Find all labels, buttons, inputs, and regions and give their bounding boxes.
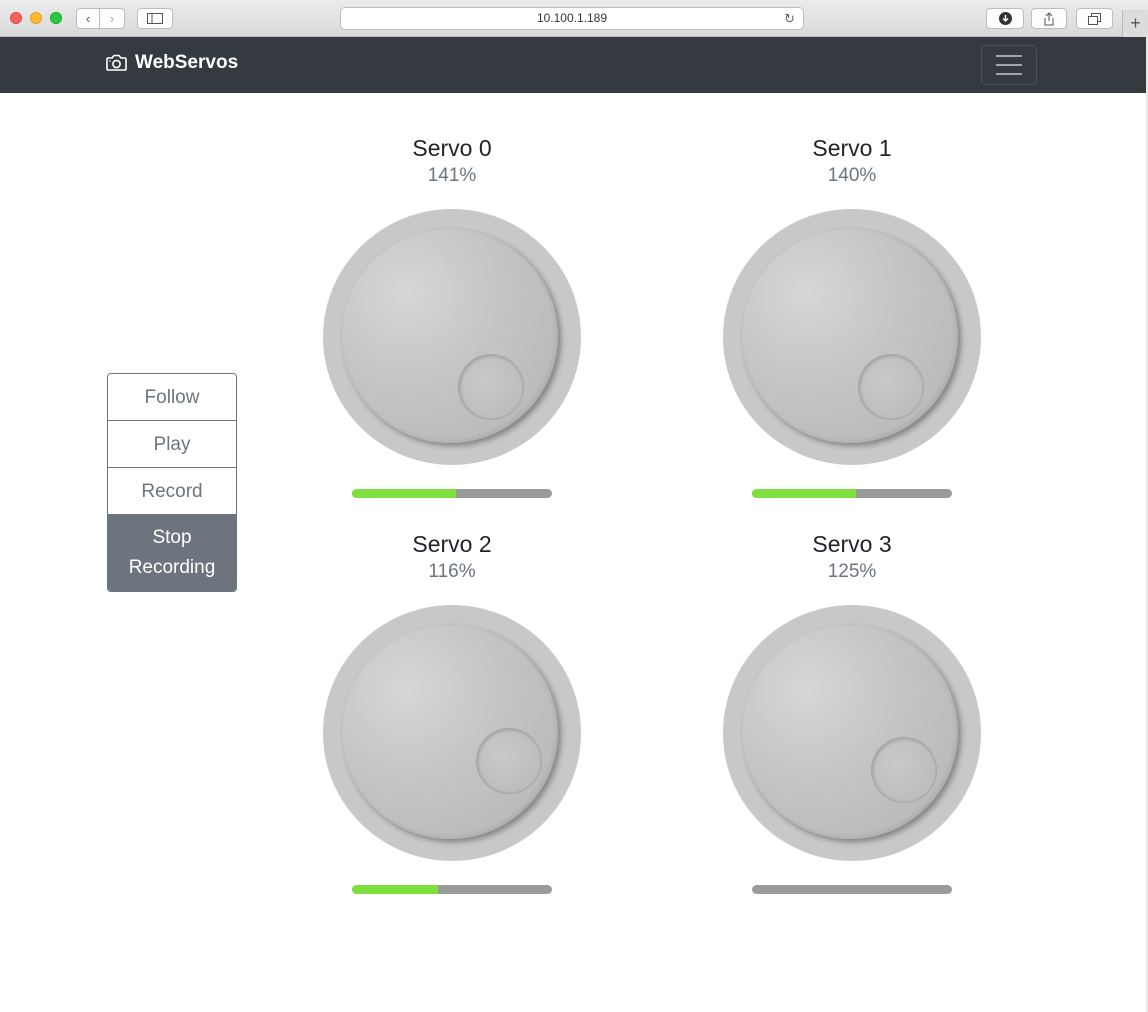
- servo-value: 125%: [827, 561, 877, 582]
- servo-card-0: Servo 0 141%: [312, 133, 592, 498]
- share-button[interactable]: [1031, 8, 1067, 29]
- hamburger-line: [996, 64, 1022, 66]
- chevron-left-icon: ‹: [85, 11, 91, 26]
- chevron-right-icon: ›: [109, 11, 115, 26]
- servo-title: Servo 3: [812, 531, 892, 557]
- hamburger-line: [996, 73, 1022, 75]
- navbar-toggler-button[interactable]: [981, 45, 1037, 85]
- plus-icon: +: [1130, 13, 1141, 33]
- knob-face: [742, 229, 958, 443]
- forward-button[interactable]: ›: [100, 8, 125, 29]
- reload-icon[interactable]: ↻: [784, 8, 795, 29]
- zoom-window-button[interactable]: [50, 12, 62, 24]
- record-button[interactable]: Record: [108, 468, 236, 515]
- tabs-icon: [1088, 12, 1101, 25]
- knob-grip[interactable]: [871, 737, 937, 803]
- sidebar-icon: [147, 13, 163, 24]
- servo-value: 141%: [427, 165, 477, 186]
- servo-value: 140%: [827, 165, 877, 186]
- play-button[interactable]: Play: [108, 421, 236, 468]
- minimize-window-button[interactable]: [30, 12, 42, 24]
- knob-face: [342, 229, 558, 443]
- tabs-overview-button[interactable]: [1076, 8, 1113, 29]
- servo-progress-bar: [752, 885, 952, 894]
- servo-progress-fill: [352, 489, 456, 498]
- camera-icon: [106, 54, 127, 71]
- address-bar[interactable]: 10.100.1.189 ↻: [340, 7, 804, 30]
- navbar: WebServos: [0, 37, 1146, 93]
- playback-button-group: Follow Play Record Stop Recording: [107, 373, 237, 592]
- servo-card-2: Servo 2 116%: [312, 529, 592, 894]
- servo-progress-bar: [752, 489, 952, 498]
- stop-recording-label-line2: Recording: [128, 557, 216, 578]
- browser-toolbar: ‹ › 10.100.1.189 ↻ +: [0, 0, 1148, 37]
- servo-knob[interactable]: [323, 209, 581, 465]
- sidebar-toggle-button[interactable]: [137, 8, 173, 29]
- servo-progress-bar: [352, 885, 552, 894]
- url-text: 10.100.1.189: [536, 11, 608, 25]
- stop-recording-button[interactable]: Stop Recording: [108, 515, 236, 591]
- knob-grip[interactable]: [858, 354, 924, 420]
- new-tab-button[interactable]: +: [1122, 10, 1148, 37]
- follow-button[interactable]: Follow: [108, 374, 236, 421]
- knob-grip[interactable]: [476, 728, 542, 794]
- brand-text: WebServos: [135, 52, 239, 73]
- stop-recording-label-line1: Stop: [152, 527, 192, 548]
- servo-knob[interactable]: [723, 209, 981, 465]
- close-window-button[interactable]: [10, 12, 22, 24]
- servo-progress-bar: [352, 489, 552, 498]
- share-icon: [1044, 11, 1054, 25]
- servo-knob[interactable]: [723, 605, 981, 861]
- knob-face: [742, 625, 958, 839]
- download-icon: [998, 12, 1012, 25]
- servo-title: Servo 0: [412, 135, 492, 161]
- knob-grip[interactable]: [458, 354, 524, 420]
- servo-value: 116%: [428, 561, 476, 582]
- servo-card-3: Servo 3 125%: [712, 529, 992, 894]
- back-button[interactable]: ‹: [76, 8, 100, 29]
- brand-link[interactable]: WebServos: [106, 52, 238, 74]
- servo-title: Servo 2: [412, 531, 492, 557]
- servo-progress-fill: [752, 489, 856, 498]
- servo-progress-fill: [352, 885, 438, 894]
- servo-title: Servo 1: [812, 135, 892, 161]
- downloads-button[interactable]: [986, 8, 1024, 29]
- servo-card-1: Servo 1 140%: [712, 133, 992, 498]
- servo-knob[interactable]: [323, 605, 581, 861]
- hamburger-line: [996, 55, 1022, 57]
